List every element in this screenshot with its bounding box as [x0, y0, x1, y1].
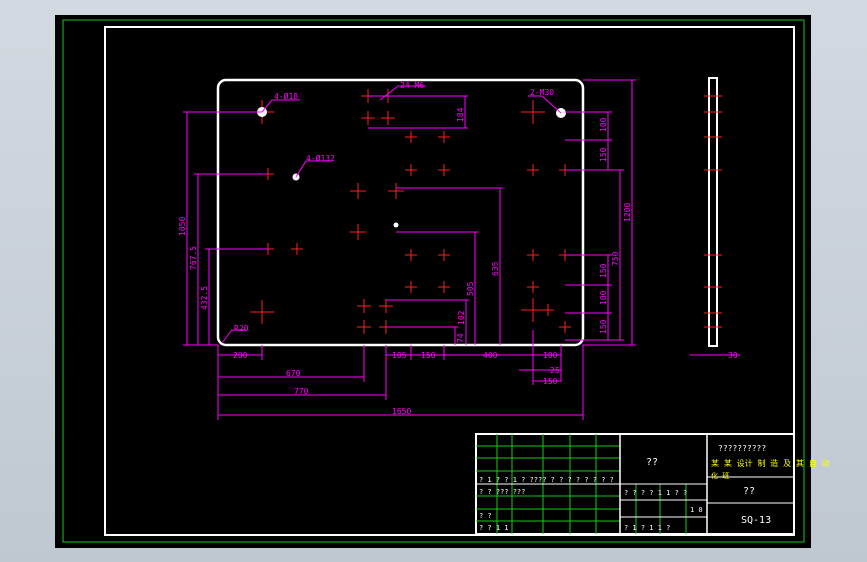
callout-r20: R20: [234, 324, 249, 333]
cad-viewport[interactable]: 4-Ø18 24-M6 2-M30 4-Ø132 R20 200 670 770…: [0, 0, 867, 562]
dim-767-5: 767.5: [189, 246, 198, 270]
dim-150a: 150: [421, 351, 436, 360]
tb-left-row-2: ? ? ??? ???: [479, 488, 525, 496]
tb-left-row-1: ? 1 ? ? 1 ? ???? ? ? ? ? ? ? ? ?: [479, 476, 614, 484]
dim-74: 74: [456, 333, 465, 343]
cad-drawing: 4-Ø18 24-M6 2-M30 4-Ø132 R20 200 670 770…: [55, 15, 830, 548]
dim-670: 670: [286, 369, 301, 378]
dim-770: 770: [294, 387, 309, 396]
tb-school-2: 某 某 设计 制 造 及 其 自 动: [711, 458, 830, 468]
dim-100-right-2: 100: [599, 290, 608, 305]
dim-200: 200: [233, 351, 248, 360]
callout-4-d132: 4-Ø132: [306, 153, 335, 163]
tb-material: ??: [646, 457, 658, 468]
dim-150b: 150: [543, 377, 558, 386]
tb-row-b: 1 0: [690, 506, 703, 514]
dim-635: 635: [491, 261, 500, 276]
dim-100: 100: [543, 351, 558, 360]
callout-2-m30: 2-M30: [530, 88, 554, 97]
tb-row-a: ? ? ? ? 1 1 ? ?: [624, 489, 687, 497]
dim-750: 750: [611, 251, 620, 266]
callout-4-d18: 4-Ø18: [274, 91, 298, 101]
hole-center: [393, 222, 399, 228]
dim-400: 400: [483, 351, 498, 360]
dim-150-right-2: 150: [599, 263, 608, 278]
dim-30: 30: [728, 351, 738, 360]
dim-1050: 1050: [178, 217, 187, 236]
dim-105: 105: [392, 351, 407, 360]
dim-505: 505: [466, 281, 475, 296]
tb-drawing-no: SQ-13: [741, 515, 771, 526]
dim-25: 25: [550, 366, 560, 375]
dim-150-right-1: 150: [599, 147, 608, 162]
tb-left-row-4: ? ? 1 1: [479, 524, 509, 532]
tb-part-name: ??: [743, 486, 755, 497]
dim-184: 184: [456, 107, 465, 122]
dim-432-5: 432.5: [200, 286, 209, 310]
tb-school-3: 化 班: [711, 471, 729, 480]
tb-row-c: ? 1 ? 1 1 ?: [624, 524, 670, 532]
dim-1650: 1650: [392, 407, 411, 416]
dim-1200: 1200: [623, 203, 632, 222]
dim-150-right-3: 150: [599, 319, 608, 334]
dim-102: 102: [457, 310, 466, 325]
drawing-sheet: [55, 15, 811, 548]
tb-left-row-3: ? ?: [479, 512, 492, 520]
tb-school-1: ??????????: [718, 444, 766, 453]
dim-100-right: 100: [599, 117, 608, 132]
callout-24-m6: 24-M6: [400, 81, 424, 90]
